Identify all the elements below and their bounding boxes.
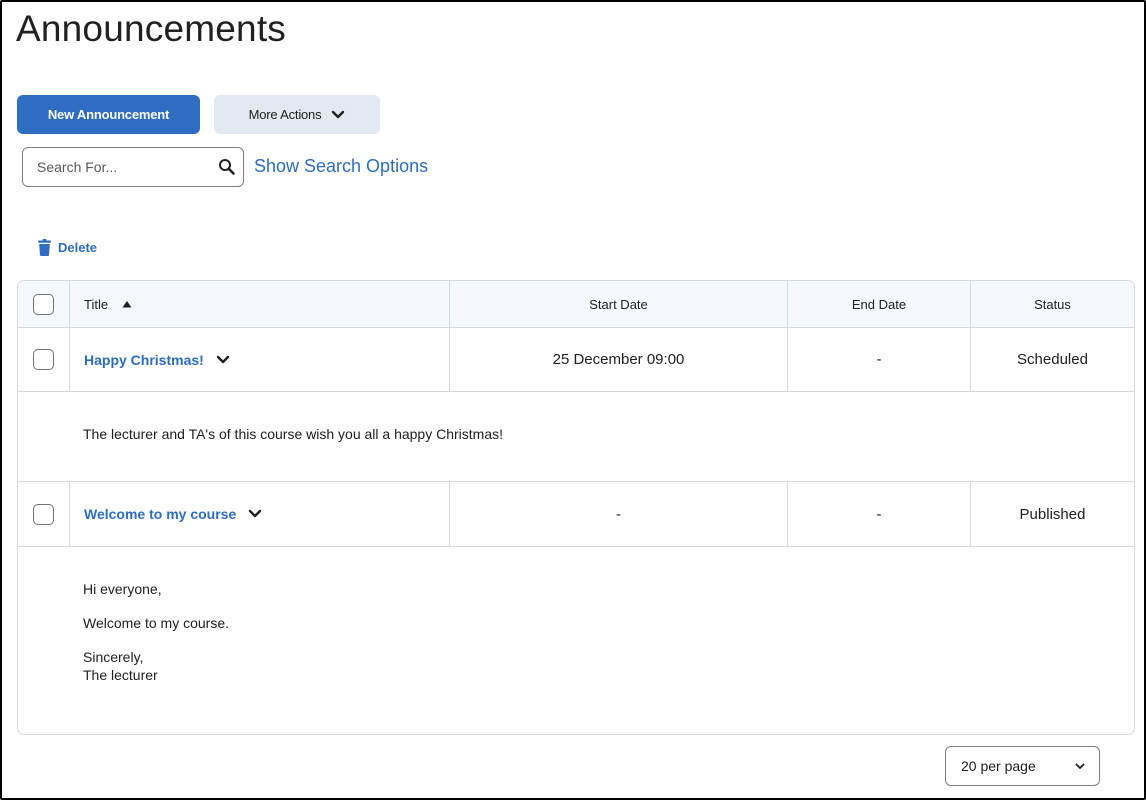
more-actions-button[interactable]: More Actions: [214, 95, 380, 134]
column-title-label: Title: [84, 296, 109, 312]
row-select-cell: [18, 482, 70, 546]
new-announcement-button[interactable]: New Announcement: [17, 95, 200, 134]
row-start-date: -: [450, 482, 788, 546]
column-header-title[interactable]: Title: [70, 281, 450, 327]
announcements-page: Announcements New Announcement More Acti…: [0, 0, 1146, 800]
announcement-body-signoff: Sincerely, The lecturer: [83, 648, 229, 684]
row-start-date: 25 December 09:00: [450, 328, 788, 391]
more-actions-label: More Actions: [248, 107, 322, 122]
row-status: Scheduled: [1017, 351, 1088, 368]
announcement-body-text: Welcome to my course.: [83, 615, 230, 631]
table-header-row: Title Start Date End Date Status: [18, 281, 1134, 328]
announcement-body-text: Hi everyone,: [83, 581, 162, 597]
header-select-cell: [18, 281, 70, 327]
chevron-down-icon: [1075, 763, 1085, 769]
row-select-cell: [18, 328, 70, 391]
chevron-down-icon[interactable]: [248, 509, 262, 519]
table-row: Welcome to my course - - Published: [18, 481, 1134, 547]
delete-label: Delete: [58, 240, 98, 255]
announcement-body-text: Sincerely,: [83, 649, 144, 665]
announcement-title-link[interactable]: Welcome to my course: [84, 506, 236, 522]
announcements-table: Title Start Date End Date Status Happy C…: [17, 280, 1135, 735]
search-icon[interactable]: [218, 158, 236, 176]
sort-ascending-icon: [122, 301, 132, 308]
per-page-value: 20 per page: [961, 758, 1036, 774]
search-field: [22, 147, 244, 187]
row-checkbox[interactable]: [33, 503, 54, 525]
column-header-end-date: End Date: [788, 281, 971, 327]
row-title-cell: Welcome to my course: [70, 482, 450, 546]
show-search-options-link[interactable]: Show Search Options: [254, 156, 428, 177]
row-checkbox[interactable]: [33, 349, 54, 370]
row-end-date: -: [788, 482, 971, 546]
select-all-checkbox[interactable]: [33, 293, 54, 315]
row-status: Published: [1019, 505, 1086, 523]
column-header-start-date: Start Date: [450, 281, 788, 327]
announcement-body-text: The lecturer and TA's of this course wis…: [83, 426, 504, 442]
announcement-body: Hi everyone, Welcome to my course. Since…: [83, 580, 229, 684]
search-input[interactable]: [37, 159, 218, 175]
delete-button[interactable]: Delete: [38, 239, 97, 256]
column-header-status: Status: [1034, 296, 1071, 312]
page-title: Announcements: [16, 8, 287, 49]
chevron-down-icon[interactable]: [216, 355, 230, 365]
row-end-date: -: [788, 328, 971, 391]
trash-icon: [38, 239, 51, 256]
row-title-cell: Happy Christmas!: [70, 328, 450, 391]
per-page-select[interactable]: 20 per page: [945, 746, 1100, 786]
chevron-down-icon: [332, 110, 345, 118]
announcement-title-link[interactable]: Happy Christmas!: [84, 352, 204, 368]
table-row: Happy Christmas! 25 December 09:00 - Sch…: [18, 328, 1134, 392]
announcement-body-text: The lecturer: [83, 667, 158, 683]
announcement-body: The lecturer and TA's of this course wis…: [83, 425, 503, 443]
